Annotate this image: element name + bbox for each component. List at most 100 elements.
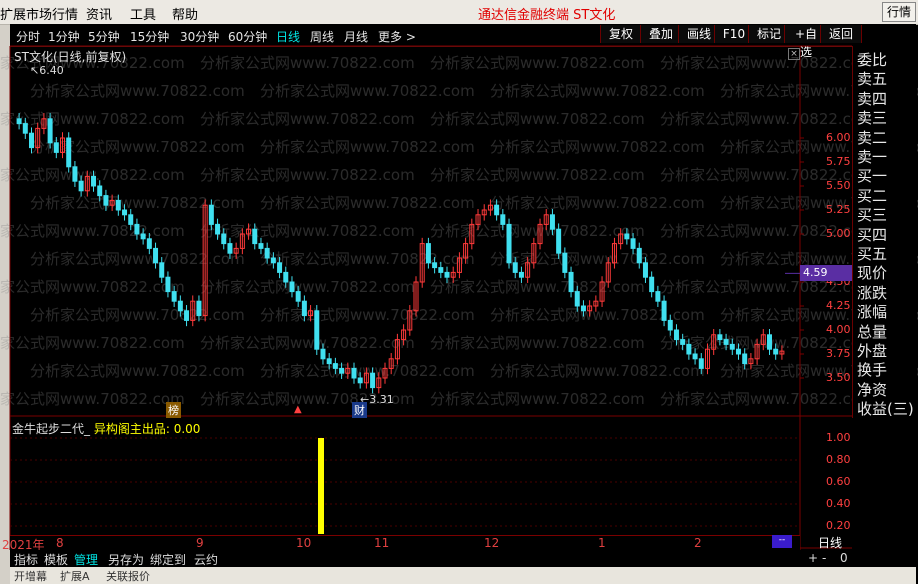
candle-body [53, 142, 59, 153]
chart-title: ST文化(日线,前复权) [14, 50, 127, 64]
reset-button[interactable]: 0 [840, 551, 848, 565]
candle-body [438, 267, 444, 273]
tab-save-as[interactable]: 另存为 [108, 551, 144, 568]
candle-body [729, 343, 735, 350]
cai-marker[interactable]: 财 [352, 402, 367, 418]
candle-body [723, 339, 729, 345]
tab-template[interactable]: 模板 [44, 551, 68, 568]
tab-bind[interactable]: 绑定到 [150, 551, 186, 568]
quote-label: 换手 [857, 361, 888, 380]
candle-body [177, 300, 183, 312]
candle-body [549, 214, 555, 230]
indicator-tick: 0.40 [826, 497, 851, 510]
candle-body [630, 238, 636, 249]
axis-label-dec: 12 [484, 536, 500, 550]
quote-label: 卖四 [857, 89, 888, 108]
bang-marker[interactable]: 榜 [166, 402, 181, 418]
candle-body [357, 377, 363, 384]
tab-cloud[interactable]: 云约 [194, 551, 218, 568]
candle-body [655, 291, 661, 302]
scroll-thumb[interactable]: -- [772, 535, 792, 548]
indicator-title: 金牛起步二代_ 异构阁主出品: 0.00 [12, 420, 200, 437]
candle-body [339, 367, 345, 374]
candle-body [320, 348, 326, 360]
candle-body [673, 329, 679, 341]
candle-body [766, 334, 772, 350]
high-price-label: ↖6.40 [30, 64, 64, 77]
candle-body [667, 319, 673, 331]
candle-body [153, 247, 159, 264]
candle-body [370, 372, 376, 389]
candle-body [47, 118, 53, 144]
up-arrow-icon: ▲ [294, 404, 302, 415]
candle-body [165, 276, 171, 293]
candle-body [580, 305, 586, 312]
quote-label: 买二 [857, 186, 888, 205]
status-item-2[interactable]: 扩展A [60, 568, 90, 584]
candle-body [295, 291, 301, 302]
quote-label: 收益(三) [857, 400, 914, 419]
candle-body [301, 300, 307, 317]
quote-label: 卖一 [857, 148, 888, 166]
period-label[interactable]: 日线 [818, 534, 842, 551]
price-tick: 3.75 [826, 347, 851, 360]
quote-label: 涨跌 [857, 283, 888, 302]
axis-label-feb: 2 [694, 536, 702, 550]
candle-body [512, 262, 518, 273]
quote-label: 买五 [857, 245, 888, 263]
zoom-out-button[interactable]: - [822, 551, 826, 565]
quote-label: 卖五 [857, 70, 888, 89]
signal-bar [318, 438, 324, 534]
price-tick: 6.00 [826, 131, 851, 144]
chart-canvas[interactable] [0, 0, 918, 584]
price-tick: 5.50 [826, 179, 851, 192]
candle-body [134, 223, 140, 235]
candle-body [115, 199, 121, 211]
candle-body [22, 123, 28, 134]
candle-body [425, 243, 431, 264]
candle-body [221, 233, 227, 245]
status-item-3[interactable]: 关联报价 [106, 568, 150, 584]
candle-body [642, 262, 648, 278]
candle-body [103, 195, 109, 206]
candle-body [661, 300, 667, 321]
indicator-tick: 0.20 [826, 519, 851, 532]
candle-body [258, 243, 264, 249]
axis-label-jan: 1 [598, 536, 606, 550]
candle-body [72, 166, 78, 182]
time-axis: 2021年 8 9 10 11 12 1 2 [2, 535, 800, 552]
close-icon[interactable]: × [788, 48, 800, 60]
tab-manage[interactable]: 管理 [74, 551, 98, 568]
candle-body [680, 339, 686, 345]
candle-body [270, 257, 276, 264]
indicator-name: 金牛起步二代_ [12, 422, 91, 436]
candle-body [698, 358, 704, 369]
status-item-1[interactable]: 开增幕 [14, 568, 47, 584]
quote-label: 卖二 [857, 128, 888, 147]
indicator-value-label: 异构阁主出品: [93, 422, 170, 436]
tab-indicator[interactable]: 指标 [14, 551, 38, 568]
quote-label: 卖三 [857, 109, 888, 128]
quote-panel: 委比 卖五 卖四 卖三 卖二 卖一 买一 买二 买三 买四 买五 现价 涨跌 涨幅 总量 外盘 换手 净资 收益(三… [852, 46, 917, 418]
candle-body [29, 132, 35, 149]
candle-body [97, 185, 103, 197]
indicator-tick: 0.60 [826, 475, 851, 488]
axis-label-sep: 9 [196, 536, 204, 550]
candle-body [252, 228, 258, 245]
candle-body [500, 214, 506, 225]
candle-body [735, 348, 741, 355]
candle-body [66, 137, 72, 168]
candle-body [140, 233, 146, 240]
candle-body [215, 223, 221, 235]
quote-label: 涨幅 [857, 303, 888, 322]
quote-label: 现价 [857, 264, 888, 283]
candle-body [518, 271, 524, 278]
candle-body [159, 262, 165, 278]
candle-body [314, 310, 320, 350]
zoom-in-button[interactable]: + [808, 551, 818, 565]
quote-label: 买四 [857, 225, 888, 244]
candle-body [562, 252, 568, 273]
candle-body [326, 358, 332, 365]
candle-body [649, 276, 655, 293]
candle-body [717, 334, 723, 341]
